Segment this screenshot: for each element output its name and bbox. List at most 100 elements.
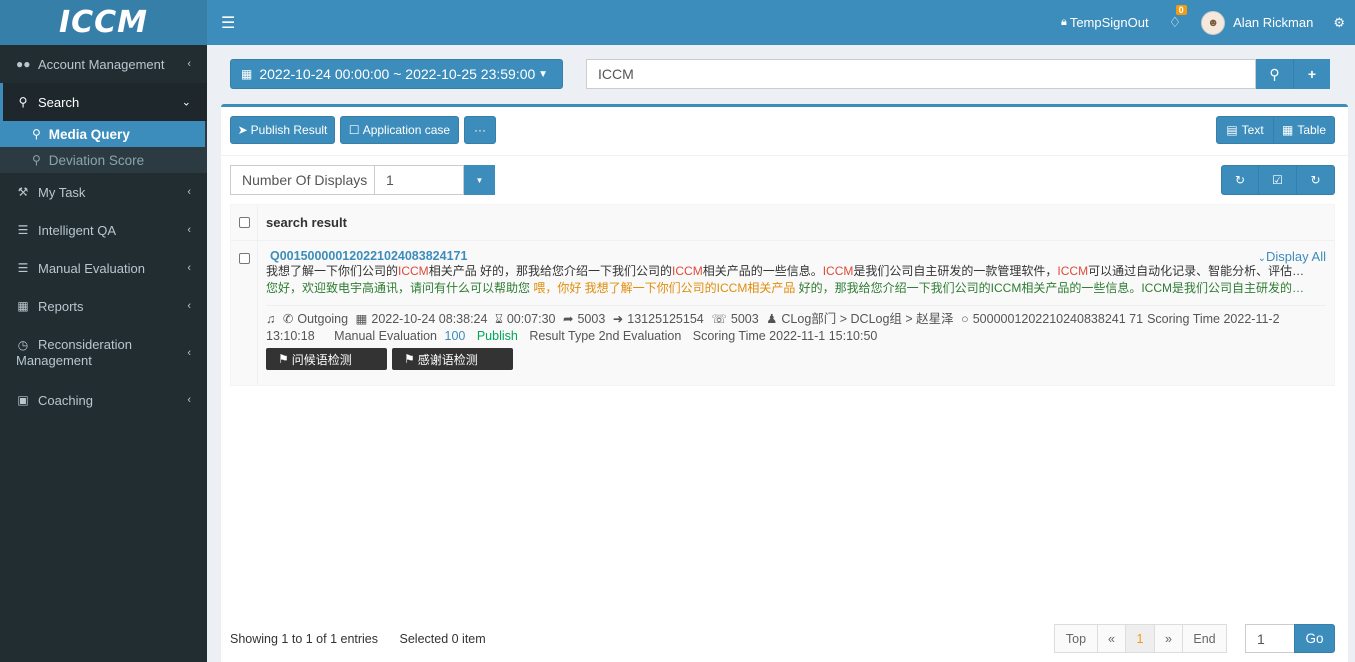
sidebar-item-search[interactable]: ⚲ Search ⌄ (0, 83, 207, 121)
number-of-displays-value[interactable]: 1 (375, 165, 464, 195)
tag-item[interactable]: ⚑ 感谢语检测 (392, 348, 513, 370)
call-datetime: 2022-10-24 08:38:24 (371, 312, 488, 326)
call-duration: 00:07:30 (506, 312, 556, 326)
more-label: ··· (474, 123, 486, 137)
search-icon: ⚲ (18, 95, 28, 109)
page-top-button[interactable]: Top (1054, 624, 1098, 653)
selected-info: Selected 0 item (399, 632, 486, 646)
publish-result-label: Publish Result (250, 123, 328, 137)
tag-icon: ⚑ (278, 352, 289, 366)
sidebar-item-coaching[interactable]: ▣ Coaching ‹ (0, 381, 207, 419)
results-table: search result Q0015000001202210240838241… (230, 204, 1335, 386)
keyword-highlight: ICCM (1057, 264, 1089, 278)
keyword-highlight: ICCM (672, 264, 703, 278)
customer-text: 喂，你好 我想了解一下你们公司的ICCM相关产品 (533, 281, 796, 295)
page-goto-input[interactable]: 1 (1245, 624, 1295, 653)
transcript-text: 是我们公司自主研发的一款管理软件， (853, 264, 1058, 278)
chevron-left-icon: ‹ (187, 347, 191, 359)
sidebar-item-my-task[interactable]: ⚒ My Task ‹ (0, 173, 207, 211)
search-icon: ⚲ (1269, 65, 1280, 82)
sidebar-item-reconsideration-management[interactable]: ◷ Reconsideration Management ‹ (0, 325, 207, 381)
sidebar-subitem-media-query[interactable]: ⚲ Media Query (0, 121, 205, 147)
tag-label: 感谢语检测 (417, 352, 478, 367)
list-icon: ☰ (17, 223, 29, 237)
sidebar-item-intelligent-qa[interactable]: ☰ Intelligent QA ‹ (0, 211, 207, 249)
check-all-button[interactable]: ☑ (1258, 165, 1297, 195)
redo-icon: ↻ (1310, 173, 1321, 187)
agent-extension: 5003 (730, 312, 759, 326)
select-all-checkbox[interactable] (238, 217, 250, 228)
users-icon: ●● (16, 57, 31, 71)
chevron-down-icon: ⌄ (1257, 253, 1267, 264)
bell-icon: ♢ (1168, 14, 1182, 30)
table-view-button[interactable]: ▦ Table (1273, 116, 1335, 144)
sidebar-item-label: Account Management (38, 56, 165, 72)
record-body: Q00150000012022102408382417​1 ⌄Display A… (266, 249, 1326, 370)
page-number-button[interactable]: 1 (1125, 624, 1155, 653)
number-of-displays-label: Number Of Displays (230, 165, 375, 195)
caret-down-icon[interactable]: ▼ (464, 165, 495, 195)
more-button[interactable]: ··· (464, 116, 496, 144)
menu-toggle-icon[interactable]: ☰ (221, 13, 235, 33)
search-input[interactable]: ICCM (586, 59, 1256, 89)
sidebar-item-label: Reports (38, 298, 84, 314)
main-content: ▦ 2022-10-24 00:00:00 ~ 2022-10-25 23:59… (207, 45, 1355, 662)
text-view-button[interactable]: ▤ Text (1216, 116, 1274, 144)
transcript-line-2: 您好，欢迎致电宇高通讯，请问有什么可以帮助您 喂，你好 我想了解一下你们公司的I… (266, 280, 1314, 297)
file-text-icon: ▤ (1226, 123, 1238, 137)
row-checkbox[interactable] (238, 253, 250, 264)
chevron-left-icon: ‹ (187, 58, 191, 70)
sidebar-item-account-management[interactable]: ●● Account Management ‹ (0, 45, 207, 83)
add-button[interactable]: + (1293, 59, 1330, 89)
divider (221, 155, 1348, 156)
publish-result-button[interactable]: ➤ Publish Result (230, 116, 335, 144)
temp-signout-link[interactable]: 🔒︎ TempSignOut (1061, 15, 1149, 30)
table-icon: ▦ (1281, 123, 1294, 137)
user-menu[interactable]: ☻ Alan Rickman (1201, 10, 1314, 35)
search-button[interactable]: ⚲ (1256, 59, 1293, 89)
agent-org-path: CLog部门 > DCLog组 > 赵星泽 (781, 312, 954, 326)
check-square-icon: ☑ (1272, 173, 1283, 187)
page-prev-button[interactable]: « (1097, 624, 1126, 653)
sidebar-item-label: Intelligent QA (38, 222, 117, 238)
publish-status: Publish (476, 329, 518, 343)
date-range-value: 2022-10-24 00:00:00 ~ 2022-10-25 23:59:0… (259, 66, 536, 82)
column-header-search-result: search result (266, 215, 347, 230)
wrench-icon: ⚒ (17, 185, 29, 199)
date-range-picker[interactable]: ▦ 2022-10-24 00:00:00 ~ 2022-10-25 23:59… (230, 59, 563, 89)
avatar: ☻ (1201, 10, 1226, 35)
chevron-left-icon: ‹ (187, 300, 191, 312)
sign-in-icon: ➜ (612, 312, 624, 326)
display-all-link[interactable]: ⌄Display All (1258, 249, 1326, 264)
pagination: Top « 1 » End (1054, 624, 1227, 653)
user-name: Alan Rickman (1233, 15, 1314, 30)
tag-item[interactable]: ⚑ 问候语检测 (266, 348, 387, 370)
reload-button[interactable]: ↻ (1296, 165, 1335, 195)
sidebar-item-manual-evaluation[interactable]: ☰ Manual Evaluation ‹ (0, 249, 207, 287)
select-all-cell (231, 204, 258, 241)
page-end-button[interactable]: End (1182, 624, 1227, 653)
number-of-displays-select[interactable]: Number Of Displays 1 ▼ (230, 165, 495, 195)
send-icon: ➤ (237, 123, 248, 137)
call-id: 5000001202210240838241 71 (972, 312, 1144, 326)
settings-button[interactable]: ⚙ (1333, 15, 1345, 31)
sidebar-subitem-deviation-score[interactable]: ⚲ Deviation Score (0, 147, 207, 173)
music-icon[interactable]: ♫ (266, 312, 275, 326)
extension: 5003 (577, 312, 606, 326)
refresh-button[interactable]: ↻ (1221, 165, 1259, 195)
evaluation-score: 100 (444, 329, 466, 343)
notifications-button[interactable]: ♢ 0 (1168, 5, 1187, 31)
table-view-label: Table (1297, 123, 1327, 137)
application-case-label: Application case (362, 123, 451, 137)
text-view-label: Text (1241, 123, 1264, 137)
phone-square-icon: ☏ (711, 312, 727, 326)
page-next-button[interactable]: » (1154, 624, 1183, 653)
app-logo[interactable]: ICCM (0, 0, 207, 45)
chevron-down-icon: ⌄ (181, 96, 191, 109)
go-button[interactable]: Go (1294, 624, 1335, 653)
sidebar-item-label: Reconsideration Management (16, 337, 132, 368)
hourglass-icon: ⌛︎ (494, 312, 503, 326)
record-id-link[interactable]: Q00150000012022102408382417​1 (266, 249, 1326, 263)
application-case-button[interactable]: ☐ Application case (340, 116, 459, 144)
sidebar-item-reports[interactable]: ▦ Reports ‹ (0, 287, 207, 325)
